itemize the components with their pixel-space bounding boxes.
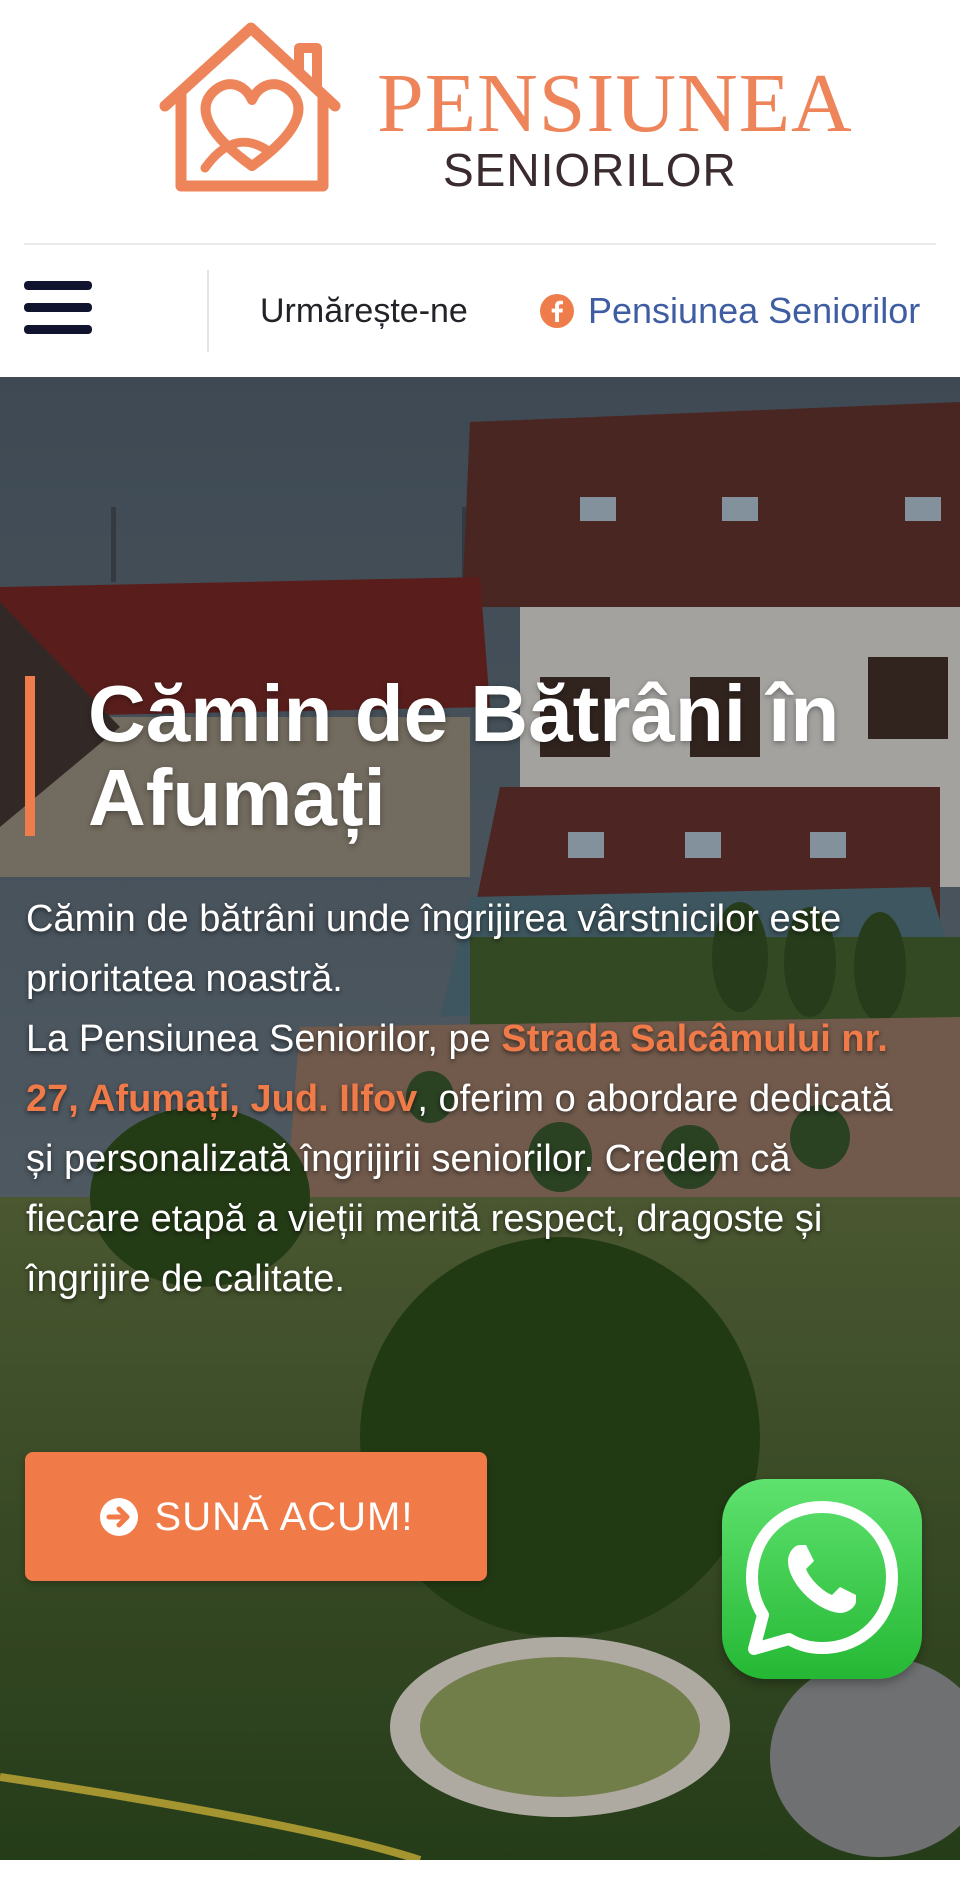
- arrow-right-circle-icon: [99, 1497, 138, 1536]
- menu-bar-line: [24, 281, 92, 290]
- hero-title: Cămin de Bătrâni în Afumați: [88, 669, 840, 842]
- facebook-icon: [540, 294, 574, 328]
- top-navbar: Urmărește-ne Pensiunea Seniorilor: [0, 245, 960, 377]
- menu-bar-line: [24, 303, 92, 312]
- call-now-label: SUNĂ ACUM!: [154, 1494, 414, 1539]
- hero-section: Cămin de Bătrâni în Afumați Cămin de băt…: [0, 377, 960, 1860]
- menu-bar-line: [24, 325, 92, 334]
- brand-title: PENSIUNEA: [377, 57, 853, 150]
- whatsapp-button[interactable]: [722, 1479, 922, 1679]
- hamburger-menu-icon[interactable]: [24, 277, 92, 337]
- footer-strip: [0, 1860, 960, 1890]
- site-header: PENSIUNEA SENIORILOR: [0, 0, 960, 243]
- call-now-button[interactable]: SUNĂ ACUM!: [25, 1452, 487, 1581]
- facebook-link[interactable]: Pensiunea Seniorilor: [540, 289, 920, 333]
- whatsapp-icon: [746, 1501, 898, 1655]
- follow-us-label: Urmărește-ne: [260, 292, 468, 330]
- hero-description: Cămin de bătrâni unde îngrijirea vârstni…: [26, 889, 896, 1309]
- site-logo[interactable]: PENSIUNEA SENIORILOR: [155, 18, 852, 198]
- hero-paragraph-2: La Pensiunea Seniorilor, pe Strada Salcâ…: [26, 1009, 896, 1309]
- hero-paragraph-1: Cămin de bătrâni unde îngrijirea vârstni…: [26, 898, 842, 1000]
- facebook-link-label: Pensiunea Seniorilor: [588, 290, 921, 331]
- nav-divider: [207, 270, 209, 352]
- brand-subtitle: SENIORILOR: [443, 144, 737, 196]
- house-heart-icon: [159, 22, 341, 192]
- title-accent-bar: [25, 676, 35, 836]
- hero-paragraph-2-start: La Pensiunea Seniorilor, pe: [26, 1018, 502, 1060]
